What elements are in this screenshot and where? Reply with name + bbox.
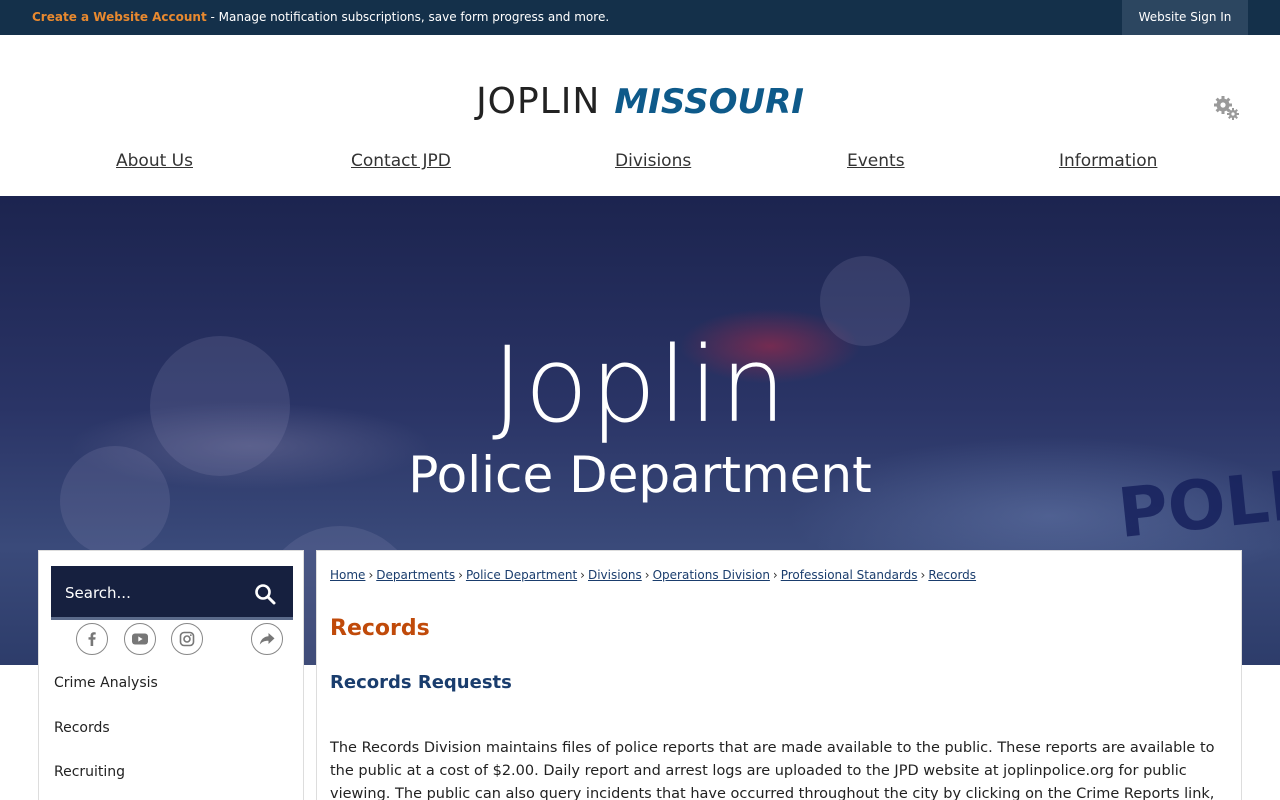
breadcrumb-professional-standards[interactable]: Professional Standards	[781, 568, 918, 582]
breadcrumb: Home › Departments › Police Department › Divis…	[330, 568, 976, 582]
sidebar-item-recruiting[interactable]: Recruiting	[54, 764, 158, 800]
create-account-link[interactable]: Create a Website Account	[32, 10, 207, 24]
share-icon[interactable]	[251, 623, 283, 655]
breadcrumb-separator: ›	[368, 568, 374, 582]
hero-subtitle: Police Department	[408, 446, 872, 504]
sidebar: Crime Analysis Records Recruiting	[38, 550, 304, 800]
youtube-icon[interactable]	[124, 623, 156, 655]
logo-missouri: MISSOURI	[614, 82, 804, 122]
search-input[interactable]	[65, 580, 245, 606]
sidebar-item-records[interactable]: Records	[54, 720, 158, 765]
breadcrumb-police-department[interactable]: Police Department	[466, 568, 577, 582]
nav-events[interactable]: Events	[847, 151, 905, 171]
breadcrumb-operations-division[interactable]: Operations Division	[653, 568, 770, 582]
page-title: Records	[330, 616, 430, 641]
main-content: Home › Departments › Police Department › Divis…	[316, 550, 1242, 800]
hero-title: Joplin	[491, 324, 789, 446]
breadcrumb-records[interactable]: Records	[928, 568, 976, 582]
site-header: JOPLIN MISSOURI About Us Contact JPD Divi…	[0, 35, 1280, 196]
section-heading: Records Requests	[330, 672, 512, 693]
social-links	[39, 623, 305, 657]
nav-about-us[interactable]: About Us	[116, 151, 193, 171]
sidebar-links: Crime Analysis Records Recruiting	[54, 675, 158, 800]
breadcrumb-separator: ›	[458, 568, 463, 582]
search-icon[interactable]	[253, 582, 277, 606]
breadcrumb-separator: ›	[580, 568, 585, 582]
logo-joplin: JOPLIN	[476, 81, 601, 122]
top-bar: Create a Website Account - Manage notifi…	[0, 0, 1280, 35]
breadcrumb-separator: ›	[920, 568, 926, 582]
account-message-text: - Manage notification subscriptions, sav…	[206, 10, 610, 24]
site-logo[interactable]: JOPLIN MISSOURI	[0, 81, 1280, 122]
facebook-icon[interactable]	[76, 623, 108, 655]
search-box	[51, 566, 293, 620]
nav-information[interactable]: Information	[1059, 151, 1157, 171]
nav-contact-jpd[interactable]: Contact JPD	[351, 151, 451, 171]
breadcrumb-separator: ›	[644, 568, 650, 582]
breadcrumb-divisions[interactable]: Divisions	[588, 568, 642, 582]
breadcrumb-departments[interactable]: Departments	[376, 568, 455, 582]
website-sign-in-button[interactable]: Website Sign In	[1122, 0, 1248, 35]
body-paragraph: The Records Division maintains files of …	[330, 740, 1215, 800]
instagram-icon[interactable]	[171, 623, 203, 655]
breadcrumb-separator: ›	[772, 568, 778, 582]
sidebar-item-crime-analysis[interactable]: Crime Analysis	[54, 675, 158, 720]
breadcrumb-home[interactable]: Home	[330, 568, 365, 582]
account-message: Create a Website Account - Manage notifi…	[32, 10, 609, 24]
nav-divisions[interactable]: Divisions	[615, 151, 691, 171]
gear-icon[interactable]	[1212, 93, 1242, 123]
main-nav: About Us Contact JPD Divisions Events In…	[0, 151, 1280, 175]
